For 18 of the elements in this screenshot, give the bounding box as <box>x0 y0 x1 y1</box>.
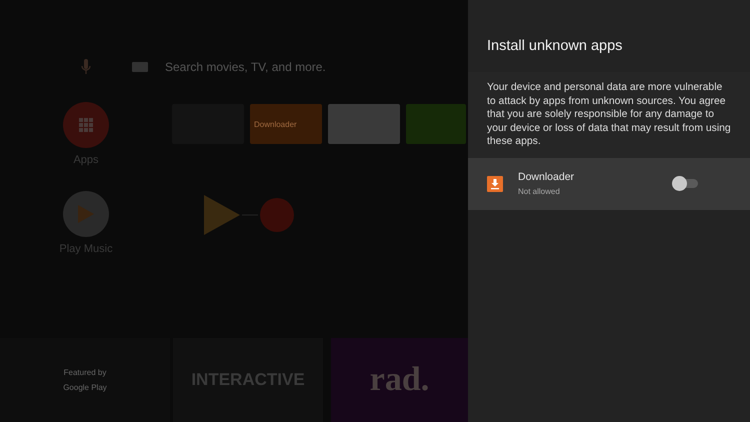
search-field[interactable]: Search movies, TV, and more. <box>165 60 326 74</box>
play-music-icon[interactable] <box>63 191 109 237</box>
store-label: Google Play <box>63 383 107 392</box>
featured-banner[interactable]: rad. <box>331 338 468 422</box>
microphone-icon[interactable] <box>81 59 91 75</box>
app-tile[interactable]: Downloader <box>250 104 322 144</box>
apps-icon[interactable] <box>63 102 109 148</box>
app-status: Not allowed <box>518 187 561 196</box>
featured-label: Featured by <box>64 368 106 377</box>
warning-text: Your device and personal data are more vulnerable to attack by apps from unknown sources. You agree that you are solely responsible for any damage to your device or loss of data that may result from using these apps. <box>487 81 732 149</box>
app-row[interactable]: Downloader Not allowed <box>468 158 750 210</box>
download-icon <box>487 176 503 192</box>
panel-title: Install unknown apps <box>486 37 624 56</box>
app-tile[interactable] <box>406 104 466 144</box>
app-tile[interactable] <box>328 104 400 144</box>
toggle-switch[interactable] <box>674 179 698 188</box>
keyboard-icon[interactable] <box>132 62 148 72</box>
app-name: Downloader <box>518 171 576 184</box>
